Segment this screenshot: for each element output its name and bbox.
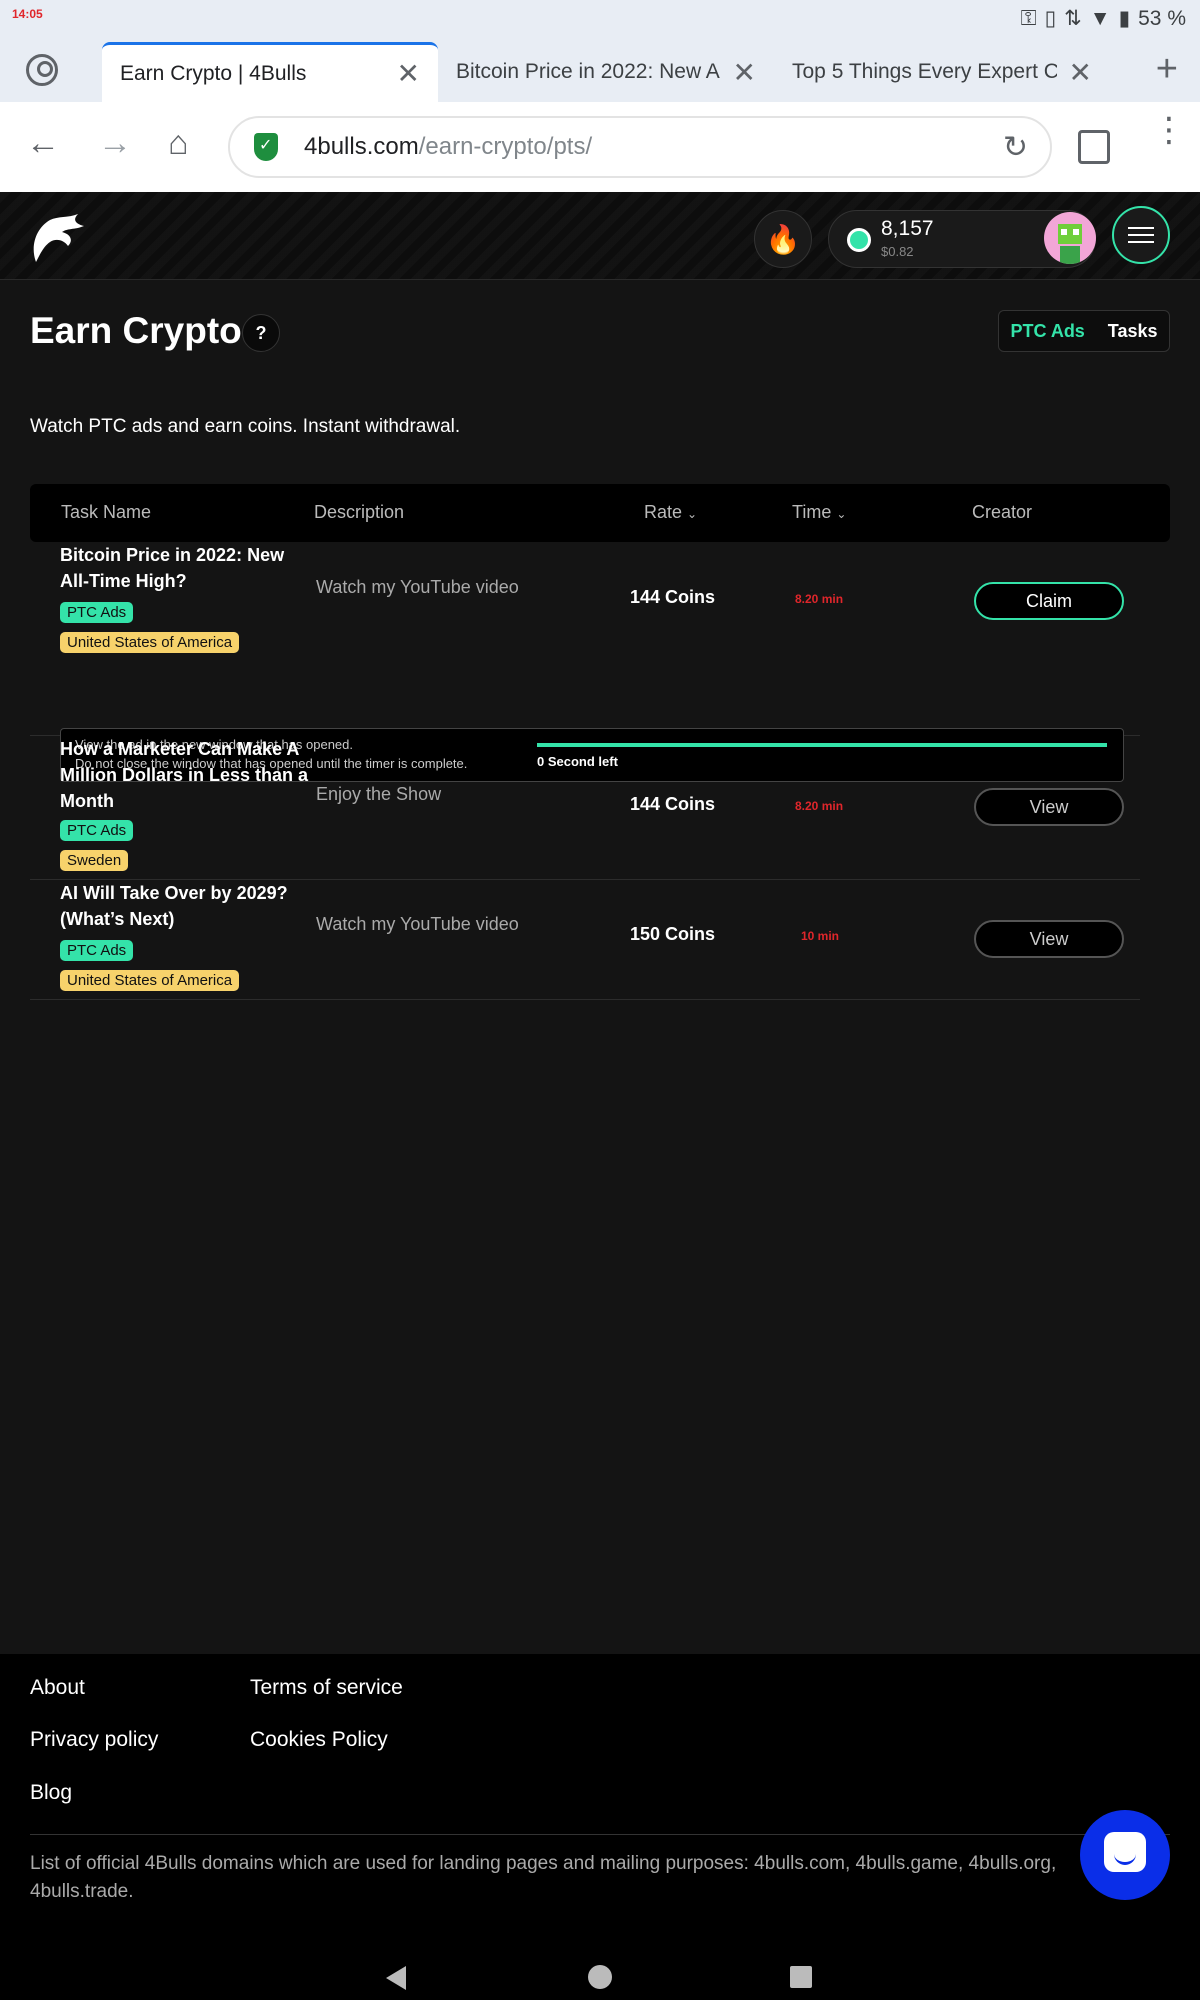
status-icons: ⚿ ▯ ⇅ ▼ ▮ 53 % [1021,6,1186,31]
browser-tab-strip: Earn Crypto | 4Bulls ✕ Bitcoin Price in … [0,38,1200,102]
system-status-bar: 14:05 ⚿ ▯ ⇅ ▼ ▮ 53 % [0,0,1200,38]
system-home-icon[interactable] [588,1965,612,1989]
close-tab-icon[interactable]: ✕ [1069,56,1092,89]
col-description: Description [314,502,405,522]
system-recents-icon[interactable] [790,1966,812,1988]
coin-balance: 8,157 [881,217,934,240]
footer-link-blog[interactable]: Blog [30,1781,72,1805]
4bulls-logo-icon[interactable] [28,206,88,266]
home-icon[interactable]: ⌂ [168,124,189,163]
tab-title: Earn Crypto | 4Bulls [120,61,307,85]
forward-arrow-icon[interactable]: → [98,124,132,163]
task-time: 8.20 min [795,592,844,606]
sort-chevron-icon: ⌄ [836,507,847,521]
task-rate: 150 Coins [630,924,716,944]
chat-support-button[interactable] [1080,1810,1170,1900]
vpn-key-icon: ⚿ [1020,6,1037,30]
col-time-label: Time [792,502,832,522]
usd-balance: $0.82 [881,244,914,259]
battery-percent: 53 % [1138,6,1186,30]
system-navigation-bar [0,1954,1200,2000]
avatar-face [1058,224,1082,244]
footer-link-about[interactable]: About [30,1676,85,1700]
coin-icon [847,228,871,252]
clock: 14:05 [12,7,43,21]
footer-link-terms[interactable]: Terms of service [250,1676,403,1700]
sort-chevron-icon: ⌄ [687,507,698,521]
tab-switcher-icon[interactable] [1078,130,1110,164]
footer-link-privacy[interactable]: Privacy policy [30,1728,158,1752]
col-creator: Creator [972,502,1033,522]
avatar[interactable] [1044,212,1096,264]
system-back-icon[interactable] [386,1966,406,1990]
task-description: Watch my YouTube video [316,577,519,597]
url-host: 4bulls.com [304,133,419,160]
col-rate[interactable]: Rate ⌄ [644,502,697,523]
table-row: AI Will Take Over by 2029? (What’s Next)… [30,880,1140,1000]
browser-toolbar: ← → ⌂ 4bulls.com/earn-crypto/pts/ ↻ ⋮ [0,102,1200,192]
account-icon[interactable] [26,54,58,86]
site-header: 🔥 8,157 $0.82 [0,192,1200,280]
col-task-name: Task Name [61,502,152,522]
footer-divider [30,1834,1170,1835]
task-time: 8.20 min [795,799,844,813]
task-time: 10 min [801,929,840,943]
close-tab-icon[interactable]: ✕ [733,56,756,89]
task-rate: 144 Coins [630,587,716,607]
table-row: Bitcoin Price in 2022: New All-Time High… [30,542,1140,782]
category-badge: PTC Ads [60,602,134,623]
battery-icon: ▮ [1118,7,1131,30]
task-name[interactable]: Bitcoin Price in 2022: New All-Time High… [60,542,310,594]
reload-icon[interactable]: ↻ [1003,130,1028,165]
url-path: /earn-crypto/pts/ [418,133,593,160]
col-rate-label: Rate [644,502,683,522]
new-tab-icon[interactable]: + [1156,48,1178,91]
page-title: Earn Crypto [30,310,242,351]
task-name[interactable]: How a Marketer Can Make A Million Dollar… [60,736,310,814]
tab-title: Top 5 Things Every Expert Cr [792,60,1057,83]
footer-link-cookies[interactable]: Cookies Policy [250,1728,388,1752]
view-button[interactable]: View [974,920,1124,958]
browser-tab[interactable]: Top 5 Things Every Expert Cr ✕ [774,42,1110,102]
mode-switch: PTC Ads Tasks [998,310,1170,352]
table-row: How a Marketer Can Make A Million Dollar… [30,736,1140,880]
claim-button[interactable]: Claim [974,582,1124,620]
tab-ptc-ads[interactable]: PTC Ads [1010,321,1084,342]
fire-icon[interactable]: 🔥 [754,210,812,268]
task-name[interactable]: AI Will Take Over by 2029? (What’s Next) [60,880,310,932]
table-header: Task Name Description Rate ⌄ Time ⌄ Crea… [30,484,1170,542]
avatar-body [1060,246,1080,264]
chat-icon [1104,1832,1146,1872]
country-badge: United States of America [60,632,240,653]
task-rate: 144 Coins [630,794,716,814]
hamburger-menu-icon[interactable] [1112,206,1170,264]
browser-tab[interactable]: Bitcoin Price in 2022: New A ✕ [438,42,774,102]
wifi-icon: ▼ [1089,6,1111,30]
tab-tasks[interactable]: Tasks [1108,321,1158,342]
address-bar[interactable]: 4bulls.com/earn-crypto/pts/ ↻ [228,116,1052,178]
task-description: Enjoy the Show [316,784,442,804]
secure-shield-icon [254,133,278,161]
country-badge: Sweden [60,850,129,871]
country-badge: United States of America [60,970,240,991]
data-arrows-icon: ⇅ [1064,7,1082,30]
col-time[interactable]: Time ⌄ [792,502,846,523]
footer-domains-note: List of official 4Bulls domains which ar… [30,1853,1057,1902]
page-subtitle: Watch PTC ads and earn coins. Instant wi… [30,416,461,437]
close-tab-icon[interactable]: ✕ [397,57,420,90]
back-arrow-icon[interactable]: ← [26,124,60,163]
more-menu-icon[interactable]: ⋮ [1152,113,1186,147]
vibrate-icon: ▯ [1044,7,1057,30]
category-badge: PTC Ads [60,940,134,961]
category-badge: PTC Ads [60,820,134,841]
view-button[interactable]: View [974,788,1124,826]
help-button[interactable]: ? [242,314,280,352]
site-footer: About Terms of service Privacy policy Co… [0,1654,1200,1954]
tab-title: Bitcoin Price in 2022: New A [456,60,720,83]
browser-tab-active[interactable]: Earn Crypto | 4Bulls ✕ [102,42,438,102]
task-description: Watch my YouTube video [316,914,519,934]
